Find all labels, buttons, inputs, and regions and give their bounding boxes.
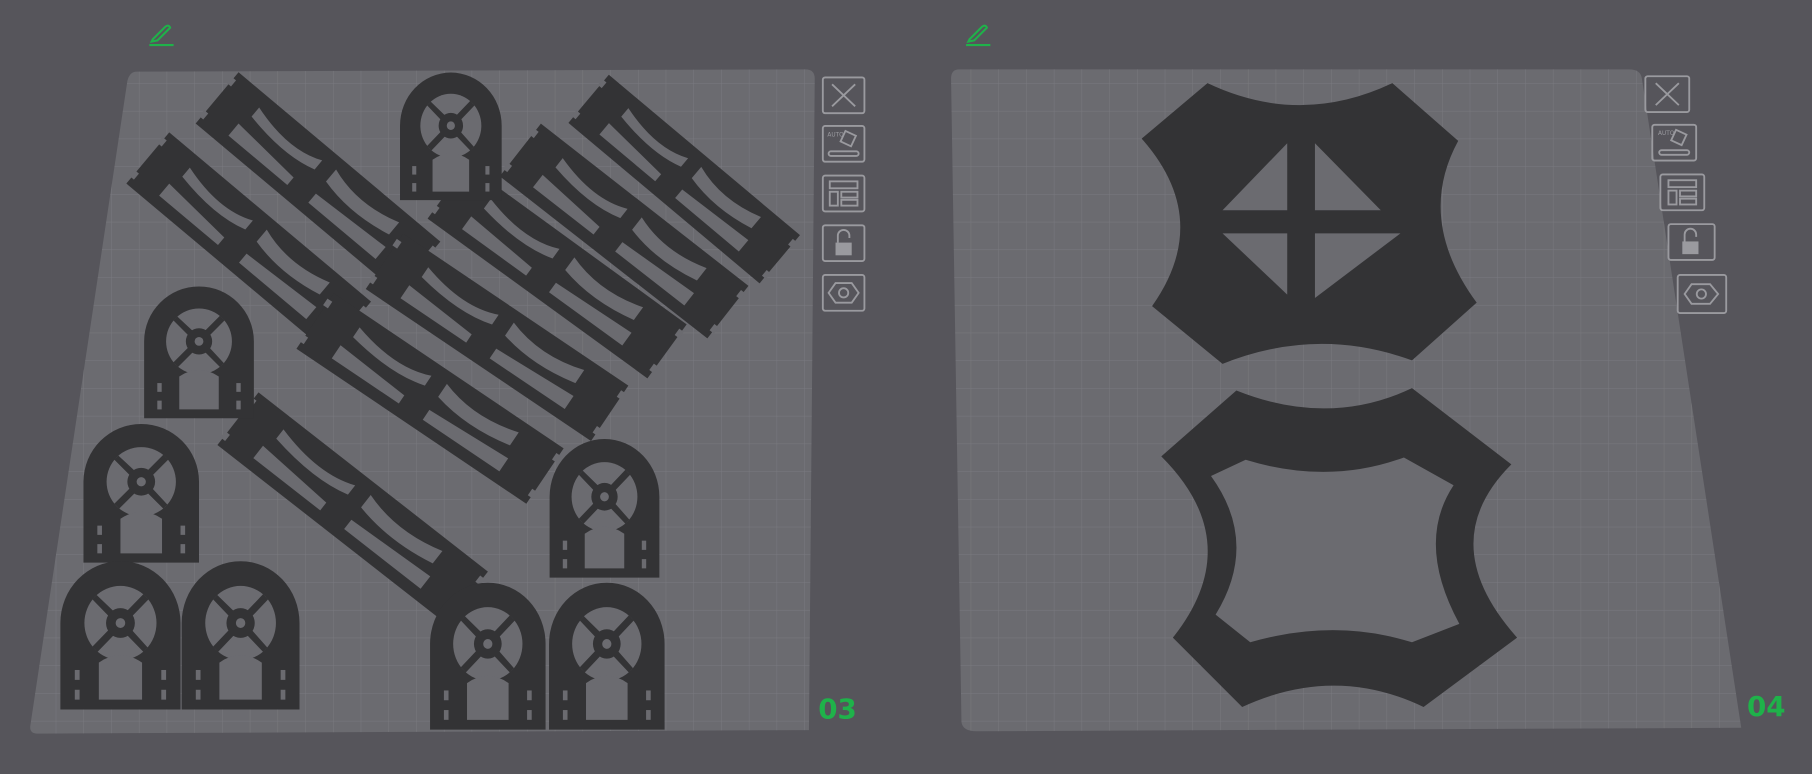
layout-icon (828, 180, 859, 207)
layout-button[interactable] (821, 174, 866, 213)
toolbar-03: AUTO (821, 76, 866, 312)
pencil-icon (149, 24, 174, 47)
close-icon (831, 83, 856, 107)
auto-arrange-button[interactable]: AUTO (1651, 123, 1698, 162)
workspace: 03 AUTO 04 AUTO (30, 24, 1786, 734)
lock-button[interactable] (1667, 223, 1716, 261)
auto-arrange-icon: AUTO (1658, 128, 1691, 156)
unlock-icon (835, 228, 852, 256)
unlock-icon (1682, 227, 1699, 255)
edit-plate-button[interactable] (966, 24, 991, 47)
auto-arrange-icon: AUTO (827, 129, 860, 157)
close-icon (1655, 82, 1680, 106)
lock-button[interactable] (821, 224, 866, 263)
hex-nut-icon (1683, 283, 1720, 305)
pencil-icon (966, 24, 991, 47)
build-plate-04[interactable]: 04 (951, 69, 1786, 732)
layout-icon (1667, 179, 1698, 206)
auto-arrange-button[interactable]: AUTO (821, 124, 866, 163)
close-button[interactable] (821, 76, 866, 115)
hex-nut-icon (827, 282, 860, 304)
build-plate-03[interactable]: 03 (30, 69, 857, 734)
plate-number: 03 (818, 693, 857, 726)
layout-button[interactable] (1659, 173, 1706, 212)
plate-number: 04 (1747, 690, 1786, 723)
settings-button[interactable] (821, 274, 866, 312)
settings-button[interactable] (1676, 274, 1728, 314)
close-button[interactable] (1644, 75, 1691, 113)
edit-plate-button[interactable] (149, 24, 174, 47)
